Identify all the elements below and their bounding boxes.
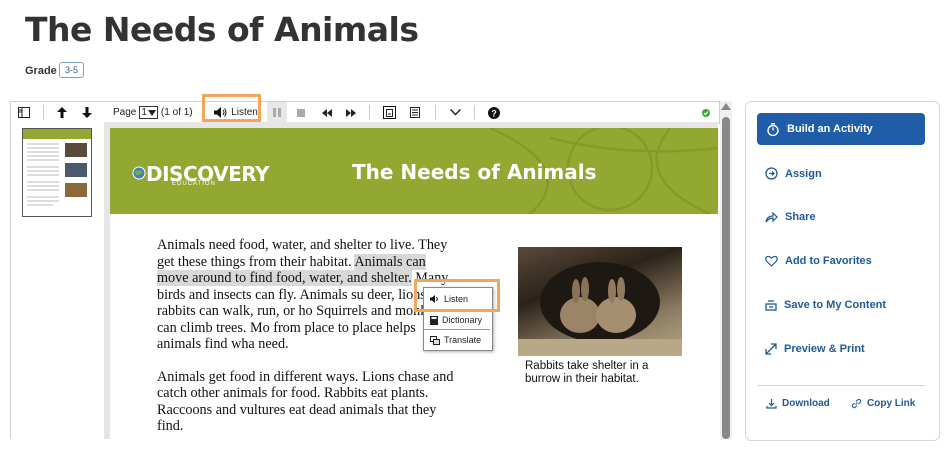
- check-circle-icon: [702, 108, 710, 117]
- assign-label: Assign: [785, 167, 822, 180]
- build-activity-label: Build an Activity: [787, 123, 873, 135]
- context-menu-dictionary[interactable]: Dictionary: [424, 311, 490, 329]
- next-page-button[interactable]: [77, 102, 97, 123]
- page-count: (1 of 1): [160, 107, 193, 118]
- arrow-up-icon: [57, 107, 67, 118]
- page-title: The Needs of Animals: [25, 10, 419, 49]
- page-select-value: 1: [141, 107, 147, 118]
- add-to-favorites-label: Add to Favorites: [785, 255, 872, 267]
- help-icon: ?: [488, 106, 500, 119]
- stop-button[interactable]: [291, 102, 311, 123]
- page-selector: Page 1 (1 of 1): [113, 102, 203, 123]
- scrollbar-thumb[interactable]: [722, 117, 730, 439]
- tray-icon: [765, 300, 777, 311]
- svg-text:?: ?: [491, 108, 497, 118]
- share-link[interactable]: Share: [765, 211, 816, 223]
- add-to-favorites-link[interactable]: Add to Favorites: [765, 255, 872, 267]
- download-label: Download: [782, 398, 830, 409]
- grade-label: Grade: [25, 65, 57, 77]
- fast-forward-icon: [346, 108, 356, 117]
- listen-callout-highlight: [202, 94, 261, 122]
- expand-arrow-icon: [765, 343, 777, 355]
- document-icon: [410, 107, 420, 118]
- previous-page-button[interactable]: [52, 102, 72, 123]
- page-thumbnail[interactable]: [22, 128, 92, 217]
- page-select[interactable]: 1: [139, 106, 158, 119]
- context-menu-label: Dictionary: [442, 315, 483, 325]
- paragraph-2: Animals get food in different ways. Lion…: [157, 368, 454, 435]
- download-link[interactable]: Download: [766, 398, 830, 409]
- scroll-up-icon[interactable]: [721, 103, 731, 110]
- stop-icon: [297, 108, 305, 117]
- text-view-button[interactable]: [404, 102, 426, 123]
- thumbnail-preview-icon: [23, 129, 91, 206]
- photo-caption: Rabbits take shelter in a burrow in thei…: [525, 360, 649, 385]
- more-options-button[interactable]: [444, 102, 466, 123]
- page-label: Page: [113, 107, 137, 118]
- preview-print-label: Preview & Print: [784, 343, 865, 355]
- stopwatch-icon: [767, 122, 779, 136]
- context-listen-callout-highlight: [414, 279, 500, 312]
- banner-title: The Needs of Animals: [352, 160, 597, 184]
- pause-button[interactable]: [267, 102, 287, 123]
- preview-print-link[interactable]: Preview & Print: [765, 343, 865, 355]
- chevron-down-icon: [449, 109, 461, 116]
- status-indicator: [699, 102, 713, 123]
- assign-link[interactable]: Assign: [765, 167, 822, 180]
- arrow-circle-icon: [765, 167, 778, 180]
- save-to-my-content-label: Save to My Content: [784, 299, 887, 311]
- sidebar-toggle-icon: [18, 107, 30, 118]
- chevron-down-icon: [147, 109, 156, 116]
- rewind-icon: [322, 108, 332, 117]
- discovery-logo-sub: EDUCATION: [172, 181, 216, 187]
- context-menu-label: Translate: [444, 335, 482, 345]
- context-menu-translate[interactable]: Translate: [424, 331, 490, 349]
- help-button[interactable]: ?: [484, 102, 504, 123]
- sidebar-toggle-button[interactable]: [14, 102, 34, 123]
- rabbit-photo: [518, 247, 682, 356]
- translate-icon: [430, 335, 440, 345]
- share-label: Share: [785, 211, 816, 223]
- book-icon: [430, 315, 438, 325]
- rewind-button[interactable]: [317, 102, 337, 123]
- share-arrow-icon: [765, 211, 778, 223]
- arrow-down-icon: [82, 107, 92, 118]
- single-page-view-button[interactable]: [378, 102, 400, 123]
- fast-forward-button[interactable]: [341, 102, 361, 123]
- link-icon: [851, 398, 862, 409]
- pause-icon: [273, 108, 281, 117]
- heart-icon: [765, 255, 778, 267]
- build-activity-button[interactable]: Build an Activity: [757, 113, 925, 145]
- copy-link-label: Copy Link: [867, 398, 916, 409]
- viewer-toolbar: Page 1 (1 of 1) Listen ?: [10, 101, 720, 124]
- document-body: Animals need food, water, and shelter to…: [157, 237, 457, 451]
- copy-link-link[interactable]: Copy Link: [851, 398, 915, 409]
- globe-icon: [132, 166, 146, 180]
- actions-panel: [745, 101, 940, 441]
- paragraph-1: Animals need food, water, and shelter to…: [157, 237, 457, 353]
- panel-divider: [757, 385, 925, 386]
- page-view-icon: [385, 108, 393, 117]
- grade-badge: 3-5: [59, 62, 85, 78]
- save-to-my-content-link[interactable]: Save to My Content: [765, 299, 886, 311]
- rabbits-image-icon: [518, 262, 682, 356]
- download-icon: [766, 399, 777, 409]
